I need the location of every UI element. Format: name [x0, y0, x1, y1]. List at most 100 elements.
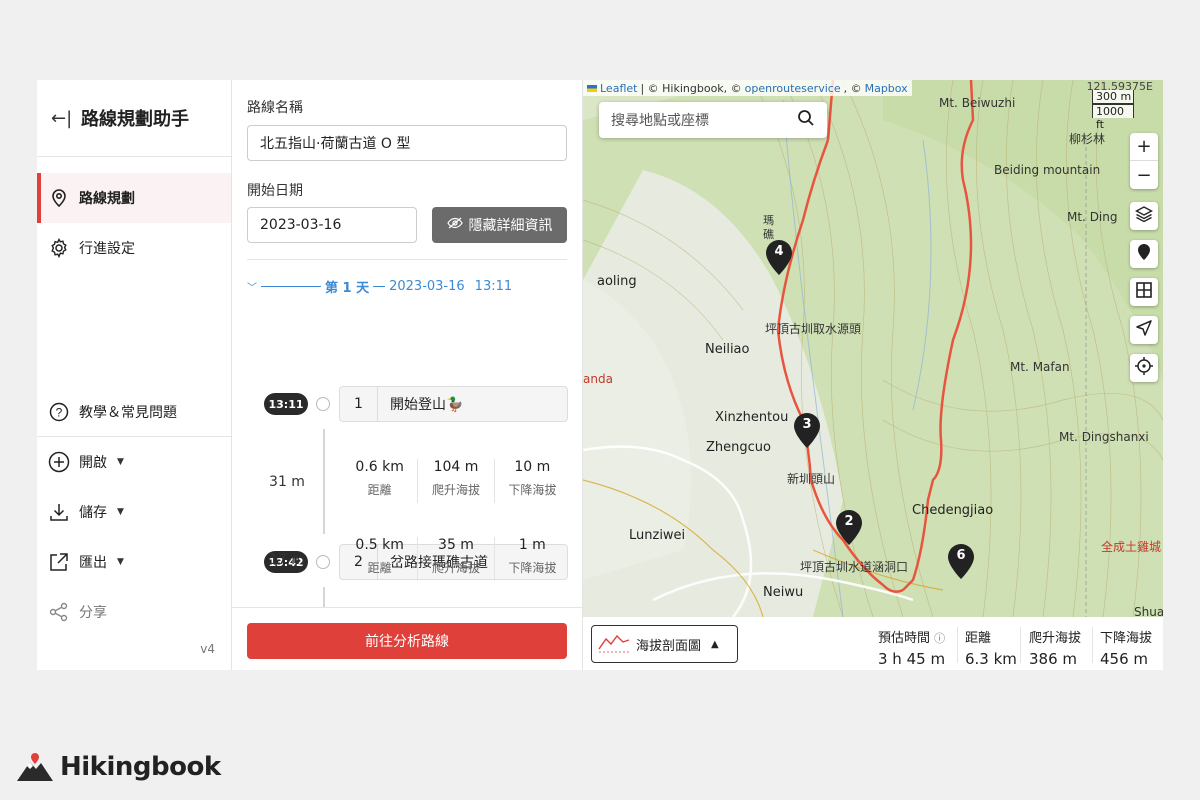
sidebar-item-travel-settings[interactable]: 行進設定 — [37, 223, 231, 273]
map-label: 新圳頭山 — [787, 472, 836, 486]
summary-ascent: 爬升海拔 386 m — [1029, 627, 1081, 668]
day-line — [373, 285, 386, 287]
route-name-input[interactable]: 北五指山·荷蘭古道 O 型 — [247, 125, 567, 161]
pin-number: 6 — [956, 548, 966, 563]
sidebar-item-export[interactable]: 匯出 ▼ — [37, 537, 231, 587]
route-pin[interactable]: 2 — [835, 510, 865, 546]
pin-number: 4 — [774, 244, 784, 259]
waypoint-time-badge: 13:11 — [264, 393, 308, 415]
waypoint-item[interactable]: 1 開始登山🦆 — [339, 386, 568, 422]
sidebar: ←| 路線規劃助手 路線規劃 行進設定 ? 教學＆常見問題 開啟 ▼ 儲存 ▼ … — [37, 80, 232, 670]
map-label: Mt. Mafan — [1010, 360, 1070, 374]
map-label: Mt. Dingshanxi — [1059, 430, 1149, 444]
elevation-profile-label: 海拔剖面圖 — [636, 638, 702, 654]
summary-divider — [1092, 627, 1093, 663]
grid-button[interactable] — [1130, 278, 1158, 306]
map-scale: 300 m 1000 ft — [1092, 90, 1134, 131]
waypoint-radio[interactable] — [316, 397, 330, 411]
sidebar-item-label: 開啟 — [79, 455, 107, 471]
zoom-in-button[interactable]: + — [1130, 133, 1158, 161]
day-date: 2023-03-16 — [389, 278, 465, 294]
map-label: Neiwu — [763, 585, 804, 600]
waypoint-radio[interactable] — [316, 555, 330, 569]
brand-logo: Hikingbook — [16, 752, 221, 782]
elevation-chart-icon — [598, 631, 630, 657]
map-label: Lunziwei — [629, 528, 686, 543]
segment-line — [323, 429, 325, 534]
sidebar-nav: 路線規劃 行進設定 — [37, 157, 231, 273]
navigate-button[interactable] — [1130, 316, 1158, 344]
start-date-label: 開始日期 — [247, 183, 303, 199]
sidebar-item-share[interactable]: 分享 — [37, 587, 231, 637]
stat-descent: 10 m 下降海拔 — [495, 459, 570, 503]
ukraine-flag-icon — [587, 84, 597, 92]
location-pin-icon — [47, 186, 71, 210]
summary-value: 386 m — [1029, 650, 1078, 668]
sidebar-item-label: 儲存 — [79, 505, 107, 521]
crosshair-icon — [1135, 356, 1153, 380]
map-label: Mt. Beiwuzhi — [939, 96, 1016, 110]
hide-details-button[interactable]: 隱藏詳細資訊 — [432, 207, 567, 243]
map-label: Xinzhentou — [715, 410, 789, 425]
map-label: 坪頂古圳取水源頭 — [765, 322, 862, 336]
map-label: 瑪礁 — [763, 214, 774, 241]
map-label: 全成土雞城 — [1101, 540, 1162, 554]
summary-label: 距離 — [965, 631, 992, 646]
scale-metric: 300 m — [1092, 90, 1134, 104]
sidebar-bottom: ? 教學＆常見問題 開啟 ▼ 儲存 ▼ 匯出 ▼ 分享 — [37, 387, 231, 637]
stat-ascent: 35 m 爬升海拔 — [418, 537, 495, 581]
zoom-control: + − — [1130, 133, 1158, 189]
stat-label: 距離 — [367, 483, 392, 497]
eye-off-icon — [446, 217, 463, 233]
panel-footer: 前往分析路線 — [232, 607, 582, 670]
analyze-route-button[interactable]: 前往分析路線 — [247, 623, 567, 659]
sidebar-item-route-planning[interactable]: 路線規劃 — [37, 173, 231, 223]
sidebar-item-label: 行進設定 — [79, 241, 135, 257]
summary-divider — [1020, 627, 1021, 663]
summary-value: 3 h 45 m — [878, 650, 946, 668]
route-pin[interactable]: 3 — [793, 413, 823, 449]
mapbox-link[interactable]: Mapbox — [865, 82, 908, 95]
start-date-input[interactable]: 2023-03-16 — [247, 207, 417, 243]
sidebar-item-help[interactable]: ? 教學＆常見問題 — [37, 387, 231, 437]
info-icon[interactable]: ⓘ — [934, 632, 945, 645]
leaflet-link[interactable]: Leaflet — [600, 82, 637, 95]
summary-duration: 預估時間 ⓘ 3 h 45 m — [878, 627, 946, 668]
map-label: anda — [583, 372, 613, 386]
elevation-profile-button[interactable]: 海拔剖面圖 ▲ — [591, 625, 738, 663]
back-icon[interactable]: ←| — [51, 108, 75, 129]
layers-button[interactable] — [1130, 202, 1158, 230]
marker-button[interactable] — [1130, 240, 1158, 268]
map-search-input[interactable]: 搜尋地點或座標 — [611, 110, 709, 130]
route-name-label: 路線名稱 — [247, 100, 303, 116]
search-icon[interactable] — [797, 109, 815, 131]
stat-ascent: 104 m 爬升海拔 — [418, 459, 495, 503]
zoom-out-button[interactable]: − — [1130, 161, 1158, 189]
version-label: v4 — [200, 642, 215, 656]
sidebar-item-open[interactable]: 開啟 ▼ — [37, 437, 231, 487]
map-view[interactable]: Leaflet | © Hikingbook, © openrouteservi… — [583, 80, 1163, 617]
segment-stats: 0.6 km 距離 104 m 爬升海拔 10 m 下降海拔 — [342, 459, 570, 503]
route-pin[interactable]: 4 — [765, 240, 795, 276]
summary-label: 預估時間 ⓘ — [878, 631, 946, 646]
summary-value: 6.3 km — [965, 650, 1017, 668]
caret-down-icon: ▼ — [117, 507, 124, 517]
day-header[interactable]: ﹀ 第 1 天 2023-03-16 13:11 — [247, 276, 567, 296]
map-label: Beiding mountain — [994, 163, 1101, 177]
app-window: ←| 路線規劃助手 路線規劃 行進設定 ? 教學＆常見問題 開啟 ▼ 儲存 ▼ … — [37, 80, 1163, 670]
ors-link[interactable]: openrouteservice — [745, 82, 841, 95]
route-summary-bar: 海拔剖面圖 ▲ 預估時間 ⓘ 3 h 45 m 距離 6.3 km 爬升海拔 3… — [583, 617, 1163, 670]
layers-icon — [1135, 205, 1153, 228]
grid-icon — [1135, 281, 1153, 304]
map-search-box[interactable]: 搜尋地點或座標 — [599, 102, 827, 138]
map-pin-icon — [1137, 243, 1151, 266]
svg-text:?: ? — [56, 405, 63, 419]
gear-icon — [47, 236, 71, 260]
route-pin[interactable]: 6 — [947, 544, 977, 580]
day-time: 13:11 — [474, 278, 513, 294]
map-label: Shua — [1134, 605, 1163, 617]
sidebar-item-save[interactable]: 儲存 ▼ — [37, 487, 231, 537]
map-label: Chedengjiao — [912, 503, 994, 518]
locate-button[interactable] — [1130, 354, 1158, 382]
pin-number: 3 — [802, 417, 812, 432]
